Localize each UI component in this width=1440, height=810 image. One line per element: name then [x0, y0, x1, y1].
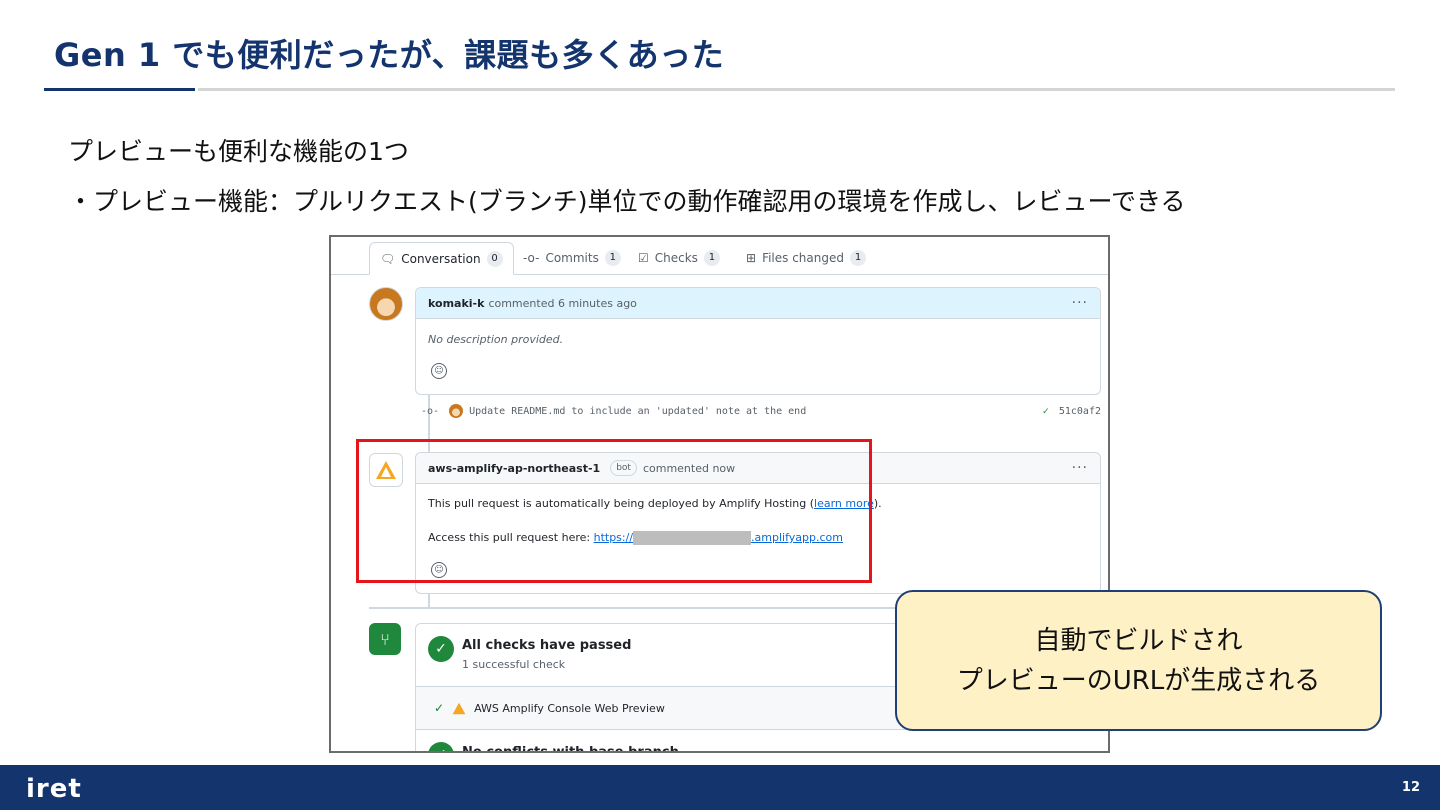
tab-count: 1: [703, 250, 720, 266]
checks-icon: ☑: [638, 251, 649, 265]
footer-logo: iret: [26, 774, 82, 804]
check-icon: ✓: [434, 701, 445, 715]
deploy-text-end: ).: [873, 497, 882, 510]
check-icon: ✓: [1042, 405, 1049, 417]
commit-hash-group: ✓ 51c0af2: [1043, 406, 1101, 417]
commit-node-icon: -o-: [421, 405, 440, 417]
tab-label: Conversation: [401, 251, 481, 266]
amplify-logo-icon: [452, 702, 466, 714]
title-underline-gray: [198, 88, 1395, 91]
avatar: [449, 404, 464, 418]
commit-icon: -o-: [523, 251, 540, 265]
tab-commits[interactable]: -o- Commits 1: [513, 242, 631, 274]
tab-count: 0: [486, 250, 503, 267]
bullet-text-1: プレビューも便利な機能の1つ: [68, 137, 409, 166]
tab-label: Checks: [654, 251, 698, 265]
comment-meta: commented 6 minutes ago: [488, 296, 637, 310]
callout-line-2: プレビューのURLが生成される: [956, 665, 1321, 696]
checks-subtitle: 1 successful check: [462, 658, 566, 671]
more-options-icon[interactable]: ···: [1072, 295, 1088, 311]
callout-line-1: 自動でビルドされ: [1034, 625, 1243, 656]
more-options-icon[interactable]: ···: [1072, 460, 1088, 476]
conversation-icon: 🗨: [380, 251, 396, 266]
title-underline-blue: [44, 88, 195, 91]
tab-count: 1: [604, 250, 621, 266]
comment-body: No description provided.: [428, 333, 564, 346]
conflicts-title: No conflicts with base branch: [462, 745, 679, 753]
footer-bar: iret 12: [0, 765, 1440, 810]
tab-checks[interactable]: ☑ Checks 1: [628, 242, 730, 274]
comment-header: komaki-k commented 6 minutes ago ···: [416, 288, 1100, 319]
slide-title: Gen 1 でも便利だったが、課題も多くあった: [54, 36, 725, 74]
commit-message[interactable]: Update README.md to include an 'updated'…: [469, 406, 806, 417]
comment-author[interactable]: komaki-k: [428, 297, 484, 310]
commit-hash[interactable]: 51c0af2: [1059, 406, 1101, 417]
tab-count: 1: [850, 250, 866, 266]
callout-box: 自動でビルドされ プレビューのURLが生成される: [895, 590, 1382, 731]
tab-files-changed[interactable]: ⊞ Files changed 1: [736, 242, 876, 274]
file-diff-icon: ⊞: [746, 251, 757, 265]
highlight-frame: [356, 439, 872, 583]
merge-icon: ⑂: [369, 623, 401, 655]
tab-label: Files changed: [762, 251, 844, 265]
bullet-text-2: ・プレビュー機能：プルリクエスト(ブランチ)単位での動作確認用の環境を作成し、レ…: [68, 187, 1186, 216]
checks-title: All checks have passed: [462, 638, 632, 653]
page-number: 12: [1401, 780, 1420, 795]
tab-label: Commits: [545, 251, 599, 265]
check-item-label[interactable]: AWS Amplify Console Web Preview: [474, 702, 665, 715]
comment-box: komaki-k commented 6 minutes ago ··· No …: [415, 287, 1101, 395]
commit-row: -o- Update README.md to include an 'upda…: [421, 402, 1101, 420]
check-circle-icon: ✓: [428, 742, 454, 751]
check-circle-icon: ✓: [428, 636, 454, 662]
avatar[interactable]: [369, 287, 403, 321]
add-reaction-icon[interactable]: ☺: [431, 363, 447, 379]
pr-tabs: 🗨 Conversation 0 -o- Commits 1 ☑ Checks …: [331, 237, 1108, 275]
tab-conversation[interactable]: 🗨 Conversation 0: [369, 242, 514, 275]
